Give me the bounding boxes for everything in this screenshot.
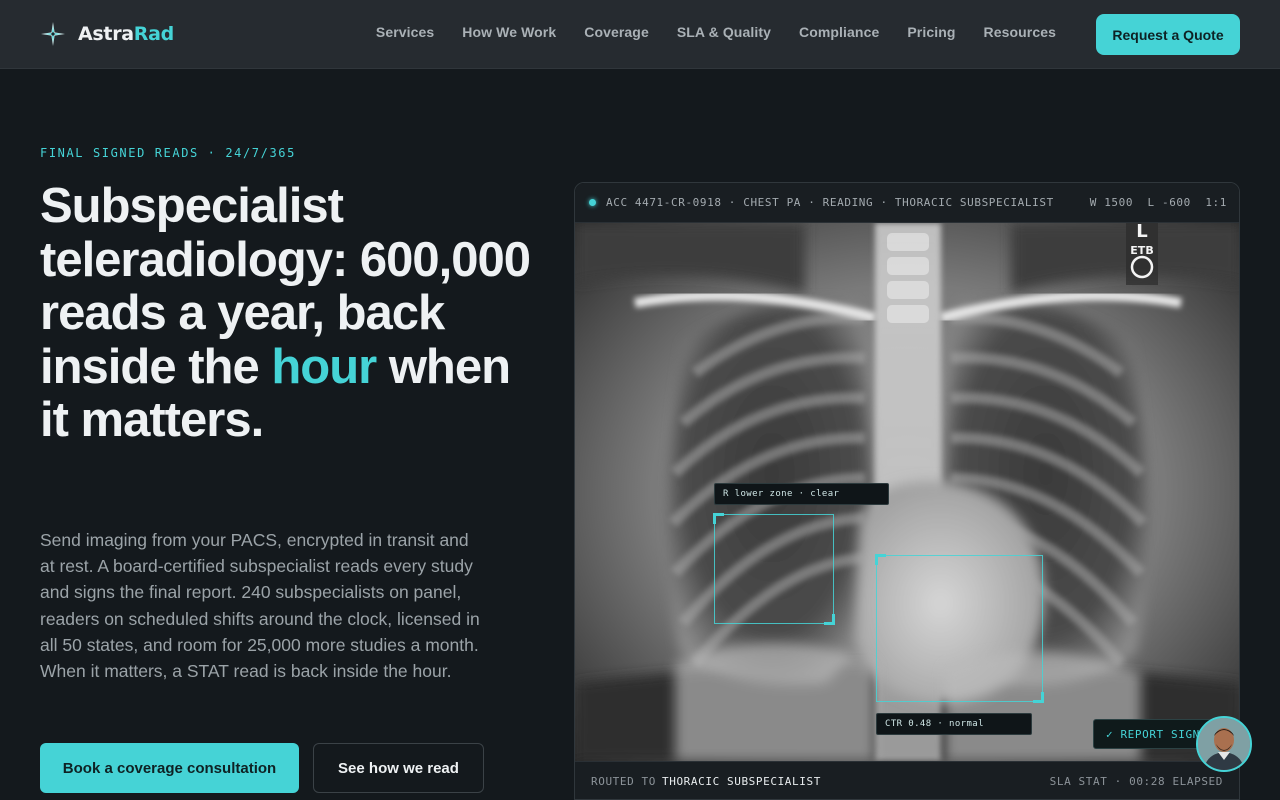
svg-text:ETB: ETB [1130,244,1153,257]
study-viewer: ACC 4471-CR-0918 · CHEST PA · READING · … [574,182,1240,800]
annotation-label-ctr: CTR 0.48 · normal [876,713,1032,735]
nav-link-sla-quality[interactable]: SLA & Quality [677,24,771,40]
live-dot-icon [589,199,596,206]
nav-link-resources[interactable]: Resources [984,24,1057,40]
brand-logo[interactable]: AstraRad [40,21,174,47]
routed-value: THORACIC SUBSPECIALIST [662,775,821,788]
svg-text:L: L [1136,223,1147,242]
lead-marker: L ETB [1126,223,1158,285]
viewer-header: ACC 4471-CR-0918 · CHEST PA · READING · … [575,183,1239,223]
hero-lede: Send imaging from your PACS, encrypted i… [40,530,480,682]
nav-link-compliance[interactable]: Compliance [799,24,879,40]
top-nav: AstraRad Services How We Work Coverage S… [0,0,1280,69]
routed-label: ROUTED TO [591,775,657,788]
see-how-we-read-button[interactable]: See how we read [313,743,484,793]
support-chat-avatar[interactable] [1196,716,1252,772]
sla-timer: SLA STAT · 00:28 ELAPSED [1049,775,1223,788]
nav-link-pricing[interactable]: Pricing [907,24,955,40]
nav-link-services[interactable]: Services [376,24,434,40]
hero-eyebrow: FINAL SIGNED READS · 24/7/365 [40,146,296,160]
hero-headline: Subspecialist teleradiology: 600,000 rea… [40,179,531,447]
brand-name: AstraRad [78,23,174,45]
sparkle-logo-icon [41,22,65,46]
nav-link-coverage[interactable]: Coverage [584,24,649,40]
headline-highlight: hour [271,339,377,394]
nav-link-how-we-work[interactable]: How We Work [462,24,556,40]
annotation-label-lower-zone: R lower zone · clear [714,483,889,505]
window-level: W 1500 L -600 1:1 [1089,196,1227,209]
nav-links: Services How We Work Coverage SLA & Qual… [348,24,1056,40]
request-quote-button[interactable]: Request a Quote [1096,14,1240,55]
book-consultation-button[interactable]: Book a coverage consultation [40,743,299,793]
viewer-footer: ROUTED TO THORACIC SUBSPECIALIST SLA STA… [575,761,1239,799]
roi-box-cardiac[interactable] [875,554,1044,703]
roi-box-lower-zone[interactable] [713,513,835,625]
study-info: ACC 4471-CR-0918 · CHEST PA · READING · … [606,196,1054,209]
person-avatar-icon [1198,718,1250,770]
